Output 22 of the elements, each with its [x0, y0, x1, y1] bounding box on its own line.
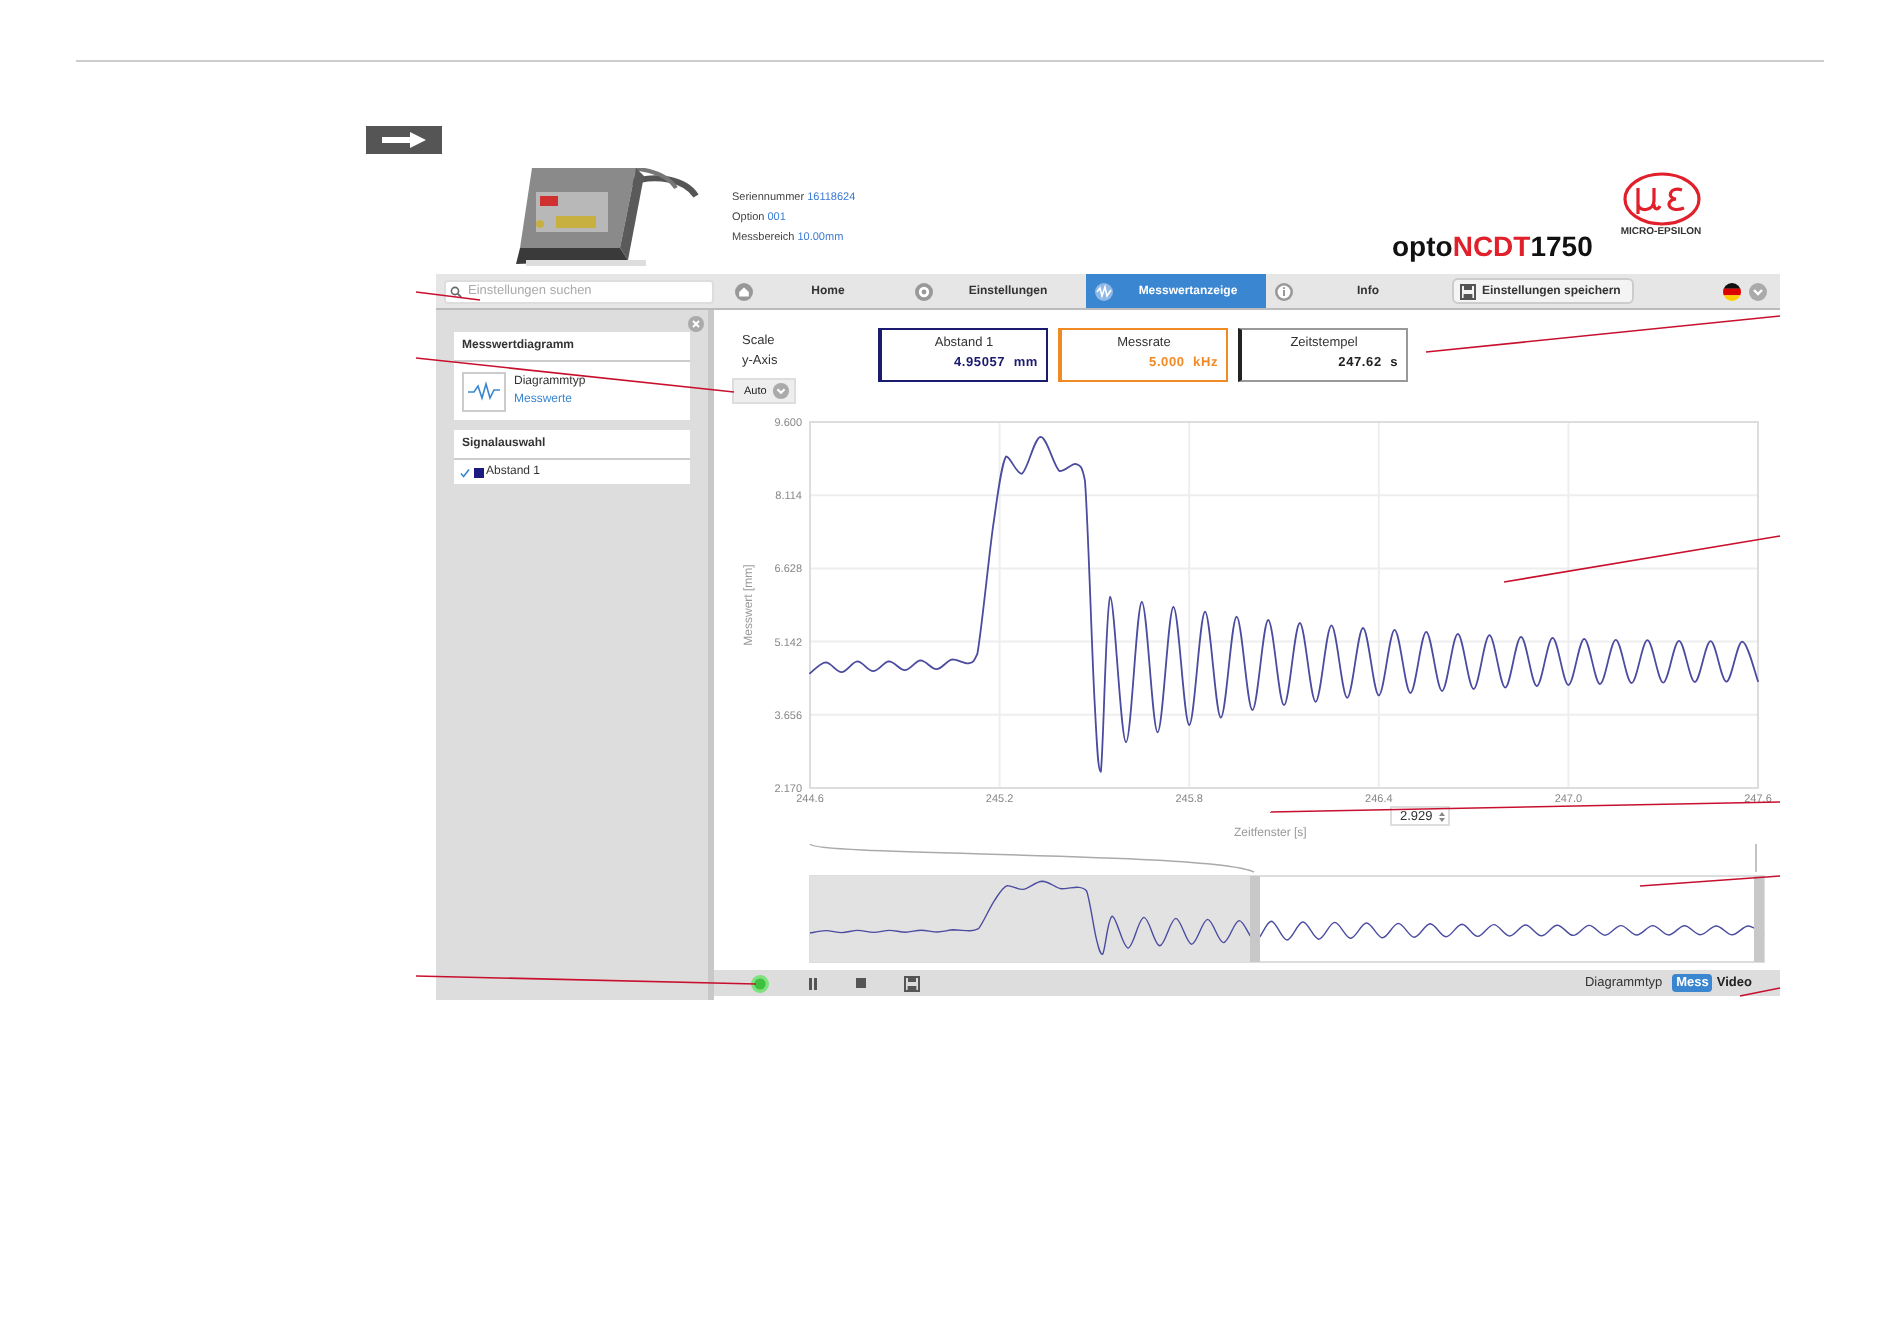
toolbar-button[interactable]: [904, 975, 920, 991]
stop-icon: [856, 978, 866, 988]
save-icon: [904, 975, 920, 991]
save-icon: [1460, 283, 1476, 299]
waveform-icon[interactable]: [462, 372, 506, 412]
product-name: optoNCDT1750: [1392, 230, 1593, 262]
home-icon: [734, 281, 754, 301]
pause-icon: [808, 977, 818, 989]
spinner-icon: [1438, 809, 1446, 823]
info-icon: [1274, 281, 1294, 301]
dropdown-icon: [772, 382, 791, 400]
toolbar-button[interactable]: [808, 977, 818, 989]
toolbar-button[interactable]: [750, 973, 770, 993]
run-icon: [750, 973, 770, 993]
leader-line: [1639, 875, 1781, 887]
leader-line: [1739, 987, 1781, 997]
flag-icon[interactable]: [1722, 281, 1742, 301]
logo-icon: [1621, 172, 1702, 226]
settings-icon: [914, 281, 934, 301]
close-icon[interactable]: [688, 316, 704, 332]
waveform-icon: [1094, 281, 1114, 301]
search-icon: [450, 285, 462, 297]
